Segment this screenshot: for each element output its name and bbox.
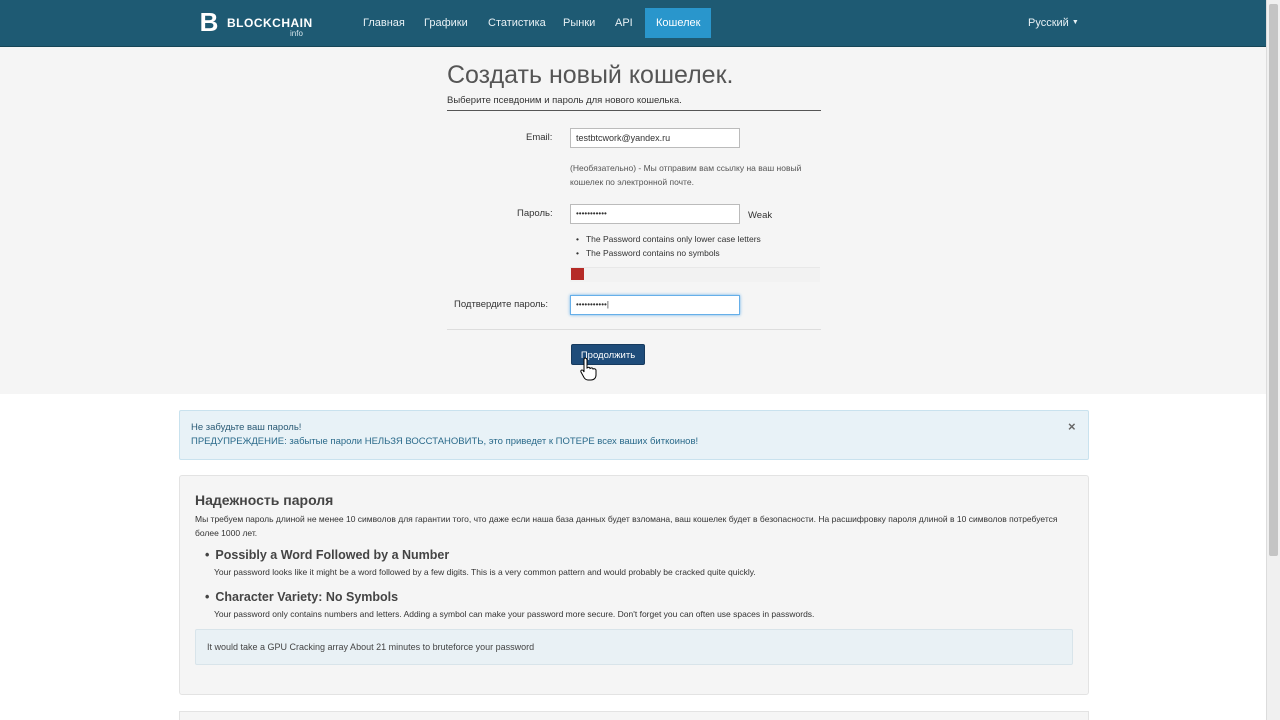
caret-down-icon: ▼	[1071, 19, 1079, 27]
nav-wallet[interactable]: Кошелек	[645, 8, 712, 38]
panel-title: Надежность пароля	[195, 492, 334, 508]
hand-cursor-icon	[580, 357, 597, 381]
tip-text: Your password looks like it might be a w…	[214, 567, 756, 577]
brand-name: BLOCKCHAIN	[227, 16, 313, 30]
language-label: Русский	[1028, 17, 1069, 29]
password-rule: The Password contains no symbols	[576, 246, 761, 260]
brand-subtitle: info	[290, 29, 303, 38]
confirm-password-value: •••••••••••	[576, 300, 607, 309]
close-icon[interactable]: ×	[1068, 419, 1076, 434]
alert-text: ПРЕДУПРЕЖДЕНИЕ: забытые пароли НЕЛЬЗЯ ВО…	[191, 436, 699, 447]
email-label: Email:	[526, 132, 553, 143]
crack-time-notice: It would take a GPU Cracking array About…	[195, 629, 1073, 665]
blockchain-logo-icon: B	[199, 7, 219, 37]
password-label: Пароль:	[517, 208, 553, 219]
password-strength-fill	[571, 268, 584, 280]
password-rule: The Password contains only lower case le…	[576, 232, 761, 246]
panel-description: Мы требуем пароль длиной не менее 10 сим…	[195, 514, 1058, 538]
top-navbar: B BLOCKCHAIN info Главная Графики Статис…	[0, 0, 1266, 47]
tip-heading: Character Variety: No Symbols	[205, 590, 398, 604]
nav-api[interactable]: API	[615, 0, 633, 46]
nav-charts[interactable]: Графики	[424, 0, 468, 46]
page-title: Создать новый кошелек.	[447, 61, 734, 89]
confirm-password-field[interactable]: •••••••••••|	[570, 295, 740, 315]
email-field[interactable]: testbtcwork@yandex.ru	[570, 128, 740, 148]
language-selector[interactable]: Русский ▼	[1028, 0, 1079, 46]
password-strength-panel: Надежность пароля Мы требуем пароль длин…	[179, 475, 1089, 695]
nav-home[interactable]: Главная	[363, 0, 405, 46]
tip-text: Your password only contains numbers and …	[214, 609, 815, 619]
email-help-text: (Необязательно) - Мы отправим вам ссылку…	[570, 163, 802, 187]
form-divider	[447, 329, 821, 330]
nav-stats[interactable]: Статистика	[488, 0, 546, 46]
password-strength-label: Weak	[748, 210, 773, 221]
password-rules-list: The Password contains only lower case le…	[576, 232, 761, 260]
nav-markets[interactable]: Рынки	[563, 0, 595, 46]
scrollbar-thumb[interactable]	[1269, 4, 1278, 556]
alert-title: Не забудьте ваш пароль!	[191, 422, 302, 433]
text-caret: |	[606, 300, 609, 309]
page-scrollbar[interactable]	[1266, 0, 1280, 720]
page-subtitle: Выберите псевдоним и пароль для нового к…	[447, 95, 682, 106]
title-divider	[447, 110, 821, 111]
password-warning-alert: Не забудьте ваш пароль! ПРЕДУПРЕЖДЕНИЕ: …	[179, 410, 1089, 460]
password-field[interactable]: •••••••••••	[570, 204, 740, 224]
tip-heading: Possibly a Word Followed by a Number	[205, 548, 449, 562]
next-panel	[179, 711, 1089, 720]
password-strength-meter	[570, 267, 820, 282]
confirm-password-label: Подтвердите пароль:	[454, 299, 549, 310]
